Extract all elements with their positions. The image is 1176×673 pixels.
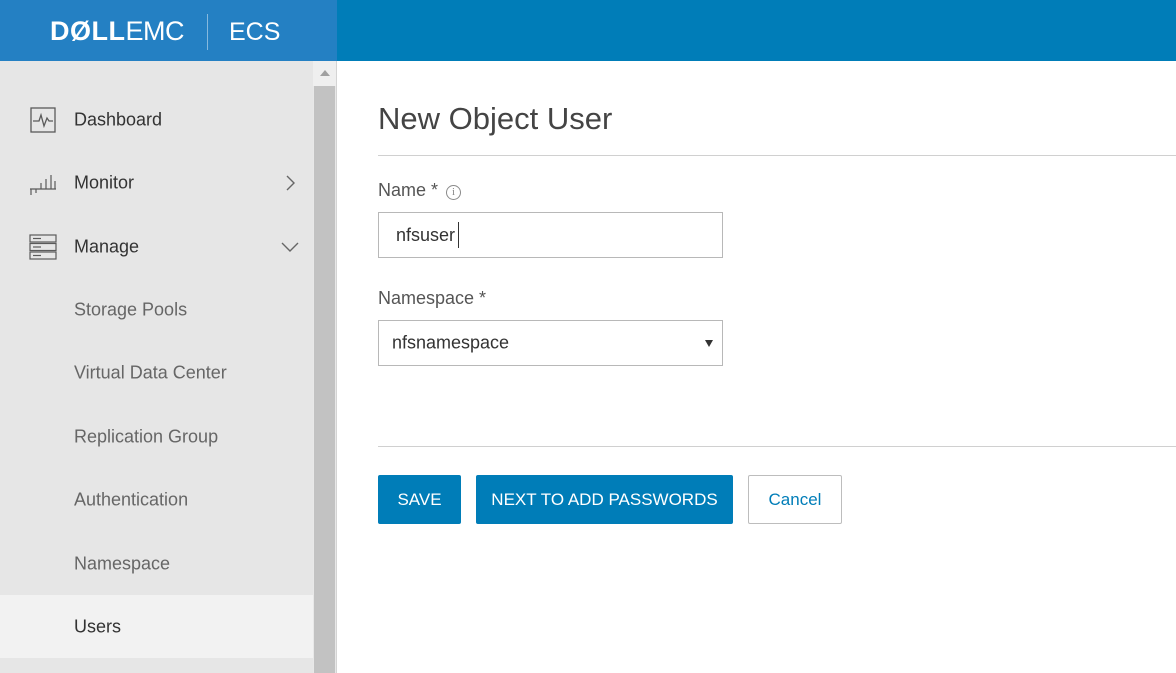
name-label: Name * i [378,180,462,201]
sidebar-item-authentication[interactable]: Authentication [0,468,313,531]
sidebar-item-users[interactable]: Users [0,595,313,658]
manage-icon [29,233,57,260]
sidebar-item-label: Authentication [74,489,189,509]
sidebar-item-label: Replication Group [74,426,219,446]
brand-emc-text: EMC [125,16,185,46]
top-header: DØLLEMC ECS [0,0,1176,61]
info-icon[interactable]: i [446,185,462,200]
chevron-down-icon [281,242,299,252]
product-name: ECS [229,18,281,46]
sidebar-item-replication-group[interactable]: Replication Group [0,405,313,468]
name-label-text: Name * [378,180,439,200]
brand-area: DØLLEMC ECS [0,0,337,61]
sidebar-item-storage-pools[interactable]: Storage Pools [0,278,313,341]
sidebar-item-label: Storage Pools [74,299,188,319]
next-to-add-passwords-button[interactable]: NEXT TO ADD PASSWORDS [476,475,733,524]
sidebar-item-label: Monitor [74,172,135,192]
scroll-up-arrow-icon[interactable] [313,61,337,86]
divider [378,446,1176,447]
divider [336,61,337,673]
divider [378,155,1176,156]
chevron-right-icon [286,175,295,190]
brand-divider [207,14,208,50]
save-button[interactable]: SAVE [378,475,461,524]
namespace-label: Namespace * [378,288,487,308]
sidebar-item-label: Manage [74,236,140,256]
scrollbar-thumb[interactable] [314,86,335,673]
dropdown-caret-icon [705,340,713,347]
page-title: New Object User [378,101,613,136]
sidebar-item-monitor[interactable]: Monitor [0,151,313,214]
sidebar-item-virtual-data-center[interactable]: Virtual Data Center [0,341,313,404]
dell-emc-logo[interactable]: DØLLEMC [50,16,184,46]
sidebar-item-label: Users [74,616,122,636]
sidebar-item-manage[interactable]: Manage [0,215,313,278]
sidebar-item-label: Virtual Data Center [74,362,227,382]
sidebar-item-label: Dashboard [74,109,163,129]
sidebar-item-namespace[interactable]: Namespace [0,532,313,595]
sidebar-item-dashboard[interactable]: Dashboard [0,88,313,151]
monitor-icon [30,174,56,195]
name-input[interactable] [378,212,723,258]
namespace-select-value: nfsnamespace [392,332,510,353]
brand-dell-text: DØLL [50,16,126,46]
namespace-select[interactable]: nfsnamespace [378,320,723,366]
sidebar-scrollbar[interactable] [313,61,337,673]
text-cursor [458,222,459,248]
dashboard-icon [30,106,56,133]
sidebar-nav: Dashboard Monitor Manage Storage Pools V… [0,61,313,673]
sidebar-item-label: Namespace [74,553,171,573]
cancel-button[interactable]: Cancel [748,475,842,524]
